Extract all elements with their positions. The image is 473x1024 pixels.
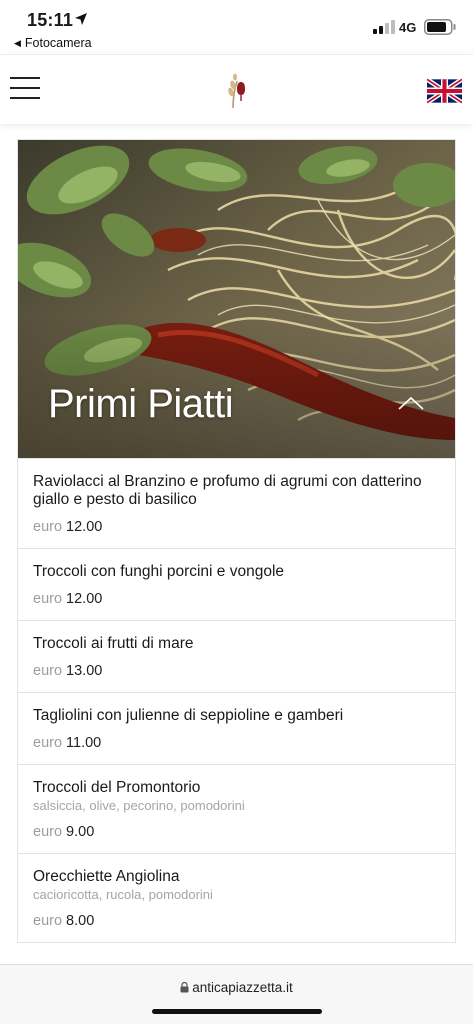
site-header [0, 54, 473, 124]
price-value: 12.00 [66, 591, 103, 607]
network-type: 4G [399, 20, 417, 35]
currency-label: euro [33, 913, 63, 929]
list-item[interactable]: Troccoli con funghi porcini e vongole eu… [18, 548, 455, 620]
currency-label: euro [33, 519, 63, 535]
price-value: 8.00 [66, 913, 95, 929]
dish-price: euro 12.00 [33, 519, 440, 535]
lock-icon [180, 982, 189, 993]
dish-name: Troccoli con funghi porcini e vongole [33, 563, 285, 580]
url-display[interactable]: anticapiazzetta.it [0, 980, 473, 995]
menu-item-list: Raviolacci al Branzino e profumo di agru… [18, 458, 455, 942]
browser-address-bar[interactable]: anticapiazzetta.it [0, 964, 473, 1024]
section-title: Primi Piatti [48, 382, 234, 426]
cellular-signal-icon [373, 20, 395, 34]
location-arrow-icon [75, 13, 87, 25]
list-item[interactable]: Orecchiette Angiolina cacioricotta, ruco… [18, 853, 455, 942]
price-value: 12.00 [66, 519, 103, 535]
battery-icon [424, 19, 456, 35]
chevron-up-icon[interactable] [398, 396, 424, 410]
home-indicator[interactable] [152, 1009, 322, 1014]
price-value: 13.00 [66, 663, 103, 679]
dish-name: Troccoli del Promontorio [33, 779, 201, 796]
list-item[interactable]: Tagliolini con julienne di seppioline e … [18, 692, 455, 764]
list-item[interactable]: Troccoli del Promontorio salsiccia, oliv… [18, 764, 455, 853]
back-app-label: Fotocamera [24, 36, 92, 50]
uk-flag-icon[interactable] [427, 78, 462, 104]
currency-label: euro [33, 824, 63, 840]
currency-label: euro [33, 735, 63, 751]
back-triangle-icon: ◀ [14, 38, 21, 48]
menu-section-primi: Primi Piatti Raviolacci al Branzino e pr… [17, 139, 456, 943]
dish-price: euro 13.00 [33, 663, 440, 679]
price-value: 9.00 [66, 824, 95, 840]
dish-name: Tagliolini con julienne di seppioline e … [33, 707, 344, 724]
dish-name: Troccoli ai frutti di mare [33, 635, 194, 652]
currency-label: euro [33, 663, 63, 679]
dish-price: euro 12.00 [33, 591, 440, 607]
dish-name: Raviolacci al Branzino e profumo di agru… [33, 473, 422, 508]
dish-description: cacioricotta, rucola, pomodorini [33, 887, 213, 902]
dish-description: salsiccia, olive, pecorino, pomodorini [33, 798, 245, 813]
clock: 15:11 [27, 10, 74, 30]
currency-label: euro [33, 591, 63, 607]
dish-price: euro 11.00 [33, 735, 440, 751]
hamburger-menu-icon[interactable] [10, 77, 42, 101]
list-item[interactable]: Troccoli ai frutti di mare euro 13.00 [18, 620, 455, 692]
url-text: anticapiazzetta.it [192, 980, 293, 995]
dish-name: Orecchiette Angiolina [33, 868, 180, 885]
dish-price: euro 8.00 [33, 913, 440, 929]
status-bar: 15:11 ◀ Fotocamera 4G [0, 0, 473, 54]
back-to-app-link[interactable]: ◀ Fotocamera [14, 36, 92, 50]
list-item[interactable]: Raviolacci al Branzino e profumo di agru… [18, 458, 455, 548]
wheat-wine-logo[interactable] [224, 73, 248, 109]
dish-price: euro 9.00 [33, 824, 440, 840]
price-value: 11.00 [66, 735, 102, 751]
section-header[interactable]: Primi Piatti [18, 140, 455, 458]
